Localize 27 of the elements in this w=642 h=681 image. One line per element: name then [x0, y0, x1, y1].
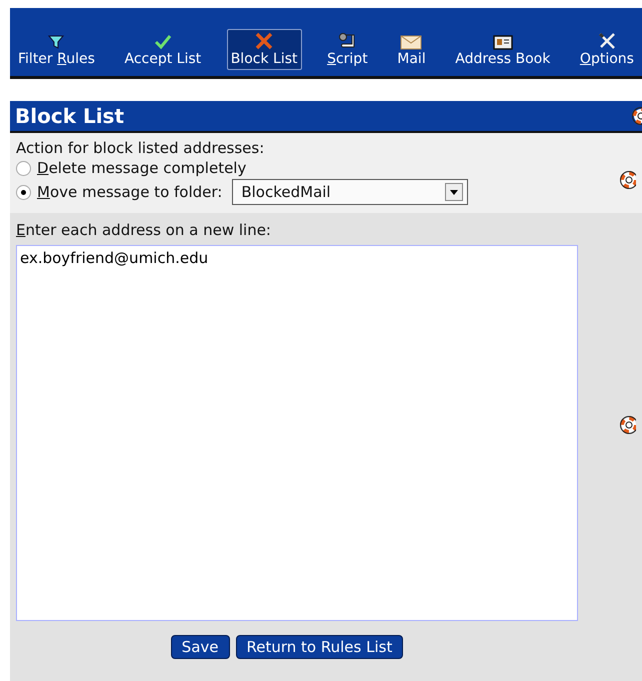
- save-button[interactable]: Save: [170, 635, 230, 659]
- toolbar-button[interactable]: Accept List: [120, 31, 206, 70]
- checkmark-icon: [154, 34, 172, 50]
- cross-icon: [255, 32, 274, 50]
- address-textarea[interactable]: ex.boyfriend@umich.edu: [16, 245, 578, 621]
- tools-icon: [596, 32, 617, 50]
- caret-icon: [450, 190, 458, 194]
- toolbar-button[interactable]: Options: [576, 29, 638, 70]
- radio-label: Move message to folder:: [37, 183, 222, 201]
- action-label: Action for block listed addresses:: [16, 139, 266, 157]
- radio-label: Delete message completely: [37, 159, 246, 177]
- toolbar-button[interactable]: Block List: [226, 29, 302, 70]
- folder-dropdown[interactable]: BlockedMail: [232, 179, 468, 205]
- envelope-icon: [400, 35, 422, 50]
- toolbar-button[interactable]: Address Book: [451, 32, 554, 70]
- contact-card-icon: [492, 35, 513, 50]
- toolbar-button[interactable]: Script: [323, 29, 372, 70]
- toolbar-button[interactable]: Filter Rules: [14, 31, 99, 70]
- radio-button[interactable]: [16, 160, 31, 176]
- lifebuoy-icon[interactable]: [620, 171, 636, 189]
- toolbar-button[interactable]: Mail: [393, 32, 430, 70]
- lifebuoy-icon[interactable]: [620, 416, 636, 434]
- section-title: Block List: [14, 104, 124, 128]
- funnel-icon: [48, 34, 64, 50]
- radio-button[interactable]: [16, 184, 31, 200]
- return-button[interactable]: Return to Rules List: [236, 635, 404, 659]
- address-label: Enter each address on a new line:: [16, 221, 272, 239]
